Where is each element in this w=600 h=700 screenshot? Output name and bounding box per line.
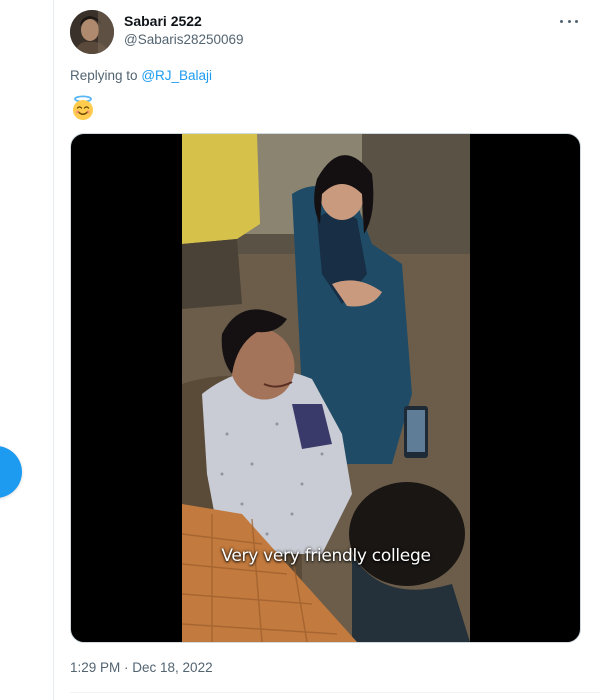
tweet[interactable]: Sabari 2522 @Sabaris28250069 Replying to… [54, 0, 600, 700]
smiling-face-with-halo-icon [70, 95, 96, 121]
more-options-icon[interactable] [560, 14, 578, 28]
tweet-video[interactable]: Very very friendly college [70, 133, 581, 643]
replying-prefix: Replying to [70, 68, 138, 83]
video-caption: Very very friendly college [221, 546, 431, 566]
left-sidebar [0, 0, 53, 700]
display-name[interactable]: Sabari 2522 [124, 13, 202, 29]
replying-to: Replying to @RJ_Balaji [70, 68, 212, 83]
compose-tweet-button[interactable] [0, 446, 22, 498]
reply-mention-link[interactable]: @RJ_Balaji [141, 68, 212, 83]
tweet-timestamp[interactable]: 1:29 PM · Dec 18, 2022 [70, 660, 213, 675]
user-handle[interactable]: @Sabaris28250069 [124, 32, 244, 47]
video-frame: Very very friendly college [182, 134, 470, 642]
divider [70, 692, 600, 693]
avatar[interactable] [70, 10, 114, 54]
